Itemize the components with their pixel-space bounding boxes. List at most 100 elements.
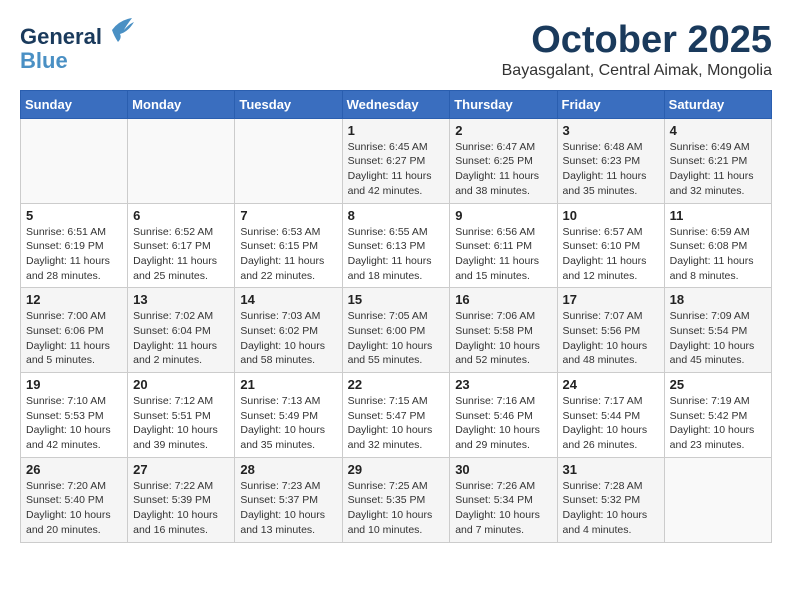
calendar-cell: 23 Sunrise: 7:16 AMSunset: 5:46 PMDayligh… <box>450 373 557 458</box>
calendar-table: SundayMondayTuesdayWednesdayThursdayFrid… <box>20 90 772 543</box>
day-number: 27 <box>133 462 229 477</box>
calendar-cell: 27 Sunrise: 7:22 AMSunset: 5:39 PMDayligh… <box>128 457 235 542</box>
day-number: 17 <box>563 292 659 307</box>
weekday-header-monday: Monday <box>128 90 235 118</box>
day-number: 4 <box>670 123 766 138</box>
calendar-cell: 11 Sunrise: 6:59 AMSunset: 6:08 PMDayligh… <box>664 203 771 288</box>
day-info: Sunrise: 7:12 AMSunset: 5:51 PMDaylight:… <box>133 394 229 453</box>
day-info: Sunrise: 7:10 AMSunset: 5:53 PMDaylight:… <box>26 394 122 453</box>
calendar-cell: 18 Sunrise: 7:09 AMSunset: 5:54 PMDayligh… <box>664 288 771 373</box>
day-info: Sunrise: 7:05 AMSunset: 6:00 PMDaylight:… <box>348 309 445 368</box>
calendar-cell: 25 Sunrise: 7:19 AMSunset: 5:42 PMDayligh… <box>664 373 771 458</box>
weekday-header-tuesday: Tuesday <box>235 90 342 118</box>
calendar-cell: 22 Sunrise: 7:15 AMSunset: 5:47 PMDayligh… <box>342 373 450 458</box>
weekday-header-thursday: Thursday <box>450 90 557 118</box>
day-number: 8 <box>348 208 445 223</box>
calendar-week-1: 1Sunrise: 6:45 AMSunset: 6:27 PMDaylight… <box>21 118 772 203</box>
day-number: 28 <box>240 462 336 477</box>
day-info: Sunrise: 7:15 AMSunset: 5:47 PMDaylight:… <box>348 394 445 453</box>
logo-bird-icon <box>104 16 134 44</box>
month-title: October 2025 <box>502 20 772 62</box>
day-number: 26 <box>26 462 122 477</box>
day-number: 15 <box>348 292 445 307</box>
calendar-cell: 31 Sunrise: 7:28 AMSunset: 5:32 PMDayligh… <box>557 457 664 542</box>
day-info: Sunrise: 7:20 AMSunset: 5:40 PMDaylight:… <box>26 479 122 538</box>
day-info: Sunrise: 6:56 AMSunset: 6:11 PMDaylight:… <box>455 225 551 284</box>
day-number: 2 <box>455 123 551 138</box>
calendar-cell: 20 Sunrise: 7:12 AMSunset: 5:51 PMDayligh… <box>128 373 235 458</box>
day-number: 7 <box>240 208 336 223</box>
day-info: Sunrise: 7:17 AMSunset: 5:44 PMDaylight:… <box>563 394 659 453</box>
day-info: Sunrise: 6:53 AMSunset: 6:15 PMDaylight:… <box>240 225 336 284</box>
calendar-cell: 7 Sunrise: 6:53 AMSunset: 6:15 PMDaylight… <box>235 203 342 288</box>
calendar-cell: 13 Sunrise: 7:02 AMSunset: 6:04 PMDayligh… <box>128 288 235 373</box>
day-number: 9 <box>455 208 551 223</box>
calendar-cell <box>664 457 771 542</box>
day-number: 25 <box>670 377 766 392</box>
day-info: Sunrise: 7:02 AMSunset: 6:04 PMDaylight:… <box>133 309 229 368</box>
day-number: 21 <box>240 377 336 392</box>
calendar-cell: 2Sunrise: 6:47 AMSunset: 6:25 PMDaylight… <box>450 118 557 203</box>
calendar-cell: 26 Sunrise: 7:20 AMSunset: 5:40 PMDayligh… <box>21 457 128 542</box>
day-number: 1 <box>348 123 445 138</box>
logo-text: General Blue <box>20 20 134 73</box>
day-number: 16 <box>455 292 551 307</box>
day-number: 14 <box>240 292 336 307</box>
day-info: Sunrise: 7:13 AMSunset: 5:49 PMDaylight:… <box>240 394 336 453</box>
calendar-cell: 3Sunrise: 6:48 AMSunset: 6:23 PMDaylight… <box>557 118 664 203</box>
day-info: Sunrise: 7:19 AMSunset: 5:42 PMDaylight:… <box>670 394 766 453</box>
calendar-cell: 30 Sunrise: 7:26 AMSunset: 5:34 PMDayligh… <box>450 457 557 542</box>
calendar-cell: 29Sunrise: 7:25 AMSunset: 5:35 PMDayligh… <box>342 457 450 542</box>
calendar-week-5: 26 Sunrise: 7:20 AMSunset: 5:40 PMDayligh… <box>21 457 772 542</box>
day-number: 18 <box>670 292 766 307</box>
weekday-header-wednesday: Wednesday <box>342 90 450 118</box>
day-number: 22 <box>348 377 445 392</box>
day-info: Sunrise: 6:51 AMSunset: 6:19 PMDaylight:… <box>26 225 122 284</box>
day-number: 3 <box>563 123 659 138</box>
day-number: 20 <box>133 377 229 392</box>
calendar-cell: 19 Sunrise: 7:10 AMSunset: 5:53 PMDayligh… <box>21 373 128 458</box>
day-number: 13 <box>133 292 229 307</box>
calendar-week-4: 19 Sunrise: 7:10 AMSunset: 5:53 PMDayligh… <box>21 373 772 458</box>
calendar-cell: 24 Sunrise: 7:17 AMSunset: 5:44 PMDayligh… <box>557 373 664 458</box>
day-info: Sunrise: 7:09 AMSunset: 5:54 PMDaylight:… <box>670 309 766 368</box>
calendar-cell: 15 Sunrise: 7:05 AMSunset: 6:00 PMDayligh… <box>342 288 450 373</box>
calendar-cell: 14 Sunrise: 7:03 AMSunset: 6:02 PMDayligh… <box>235 288 342 373</box>
day-info: Sunrise: 7:22 AMSunset: 5:39 PMDaylight:… <box>133 479 229 538</box>
day-number: 24 <box>563 377 659 392</box>
calendar-cell: 12Sunrise: 7:00 AMSunset: 6:06 PMDayligh… <box>21 288 128 373</box>
calendar-week-2: 5Sunrise: 6:51 AMSunset: 6:19 PMDaylight… <box>21 203 772 288</box>
day-info: Sunrise: 7:23 AMSunset: 5:37 PMDaylight:… <box>240 479 336 538</box>
calendar-cell: 9 Sunrise: 6:56 AMSunset: 6:11 PMDaylight… <box>450 203 557 288</box>
calendar-cell: 17 Sunrise: 7:07 AMSunset: 5:56 PMDayligh… <box>557 288 664 373</box>
day-info: Sunrise: 7:03 AMSunset: 6:02 PMDaylight:… <box>240 309 336 368</box>
calendar-cell: 8 Sunrise: 6:55 AMSunset: 6:13 PMDaylight… <box>342 203 450 288</box>
calendar-cell <box>235 118 342 203</box>
day-info: Sunrise: 6:52 AMSunset: 6:17 PMDaylight:… <box>133 225 229 284</box>
day-number: 11 <box>670 208 766 223</box>
calendar-cell: 28 Sunrise: 7:23 AMSunset: 5:37 PMDayligh… <box>235 457 342 542</box>
weekday-header-friday: Friday <box>557 90 664 118</box>
calendar-cell: 16Sunrise: 7:06 AMSunset: 5:58 PMDayligh… <box>450 288 557 373</box>
weekday-header-sunday: Sunday <box>21 90 128 118</box>
day-number: 6 <box>133 208 229 223</box>
calendar-cell: 4Sunrise: 6:49 AMSunset: 6:21 PMDaylight… <box>664 118 771 203</box>
day-number: 31 <box>563 462 659 477</box>
calendar-header-row: SundayMondayTuesdayWednesdayThursdayFrid… <box>21 90 772 118</box>
calendar-cell <box>128 118 235 203</box>
day-info: Sunrise: 7:00 AMSunset: 6:06 PMDaylight:… <box>26 309 122 368</box>
calendar-cell: 6 Sunrise: 6:52 AMSunset: 6:17 PMDaylight… <box>128 203 235 288</box>
day-info: Sunrise: 6:59 AMSunset: 6:08 PMDaylight:… <box>670 225 766 284</box>
location-text: Bayasgalant, Central Aimak, Mongolia <box>502 62 772 80</box>
calendar-cell: 5Sunrise: 6:51 AMSunset: 6:19 PMDaylight… <box>21 203 128 288</box>
day-number: 19 <box>26 377 122 392</box>
day-number: 30 <box>455 462 551 477</box>
day-info: Sunrise: 7:26 AMSunset: 5:34 PMDaylight:… <box>455 479 551 538</box>
weekday-header-saturday: Saturday <box>664 90 771 118</box>
day-info: Sunrise: 7:28 AMSunset: 5:32 PMDaylight:… <box>563 479 659 538</box>
calendar-cell: 1Sunrise: 6:45 AMSunset: 6:27 PMDaylight… <box>342 118 450 203</box>
day-info: Sunrise: 7:16 AMSunset: 5:46 PMDaylight:… <box>455 394 551 453</box>
day-info: Sunrise: 6:55 AMSunset: 6:13 PMDaylight:… <box>348 225 445 284</box>
day-number: 23 <box>455 377 551 392</box>
day-info: Sunrise: 7:07 AMSunset: 5:56 PMDaylight:… <box>563 309 659 368</box>
